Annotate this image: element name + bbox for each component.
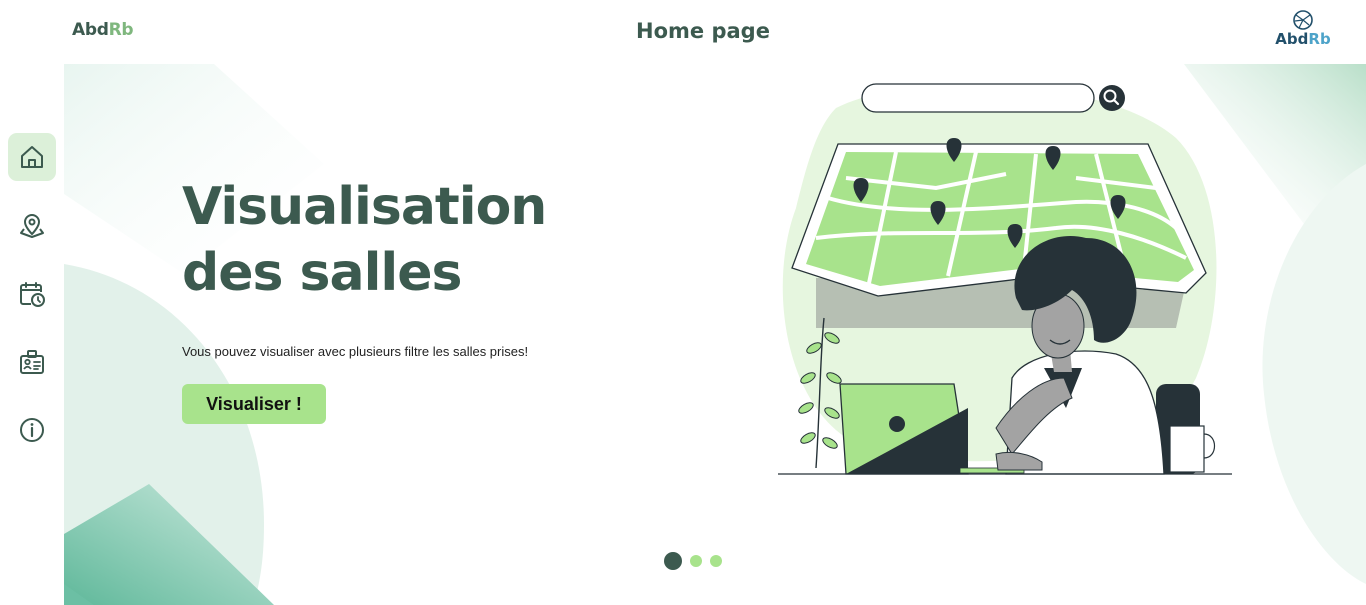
illustration-map-woman bbox=[778, 83, 1232, 475]
id-badge-icon bbox=[20, 350, 44, 374]
info-icon bbox=[20, 418, 44, 442]
carousel-indicators bbox=[664, 552, 722, 570]
page-title: Home page bbox=[636, 19, 770, 43]
carousel-dot-1[interactable] bbox=[664, 552, 682, 570]
hero-subtitle: Vous pouvez visualiser avec plusieurs fi… bbox=[182, 344, 529, 359]
main-content: Visualisation des salles Vous pouvez vis… bbox=[64, 64, 1366, 605]
visualiser-button[interactable]: Visualiser ! bbox=[182, 384, 326, 424]
sidebar-item-info[interactable] bbox=[8, 406, 56, 454]
sidebar-item-home[interactable] bbox=[8, 133, 56, 181]
sidebar bbox=[0, 64, 64, 605]
hero-title-line1: Visualisation bbox=[182, 177, 547, 237]
map-pin-icon bbox=[20, 214, 44, 238]
brand-logo-right[interactable]: AbdRb bbox=[1274, 9, 1332, 53]
sidebar-item-calendar[interactable] bbox=[8, 270, 56, 318]
carousel-dot-3[interactable] bbox=[710, 555, 722, 567]
carousel-dot-2[interactable] bbox=[690, 555, 702, 567]
hero-title-line2: des salles bbox=[182, 243, 462, 303]
hero-title: Visualisation des salles bbox=[182, 174, 547, 306]
globe-icon bbox=[1293, 10, 1313, 30]
calendar-clock-icon bbox=[20, 282, 45, 307]
brand-logo-right-part1: Abd bbox=[1275, 30, 1309, 48]
sidebar-item-id-card[interactable] bbox=[8, 338, 56, 386]
brand-logo-right-part2: Rb bbox=[1308, 30, 1331, 48]
sidebar-item-map[interactable] bbox=[8, 202, 56, 250]
home-icon bbox=[21, 146, 43, 168]
header: AbdRb Home page AbdRb bbox=[0, 0, 1366, 64]
